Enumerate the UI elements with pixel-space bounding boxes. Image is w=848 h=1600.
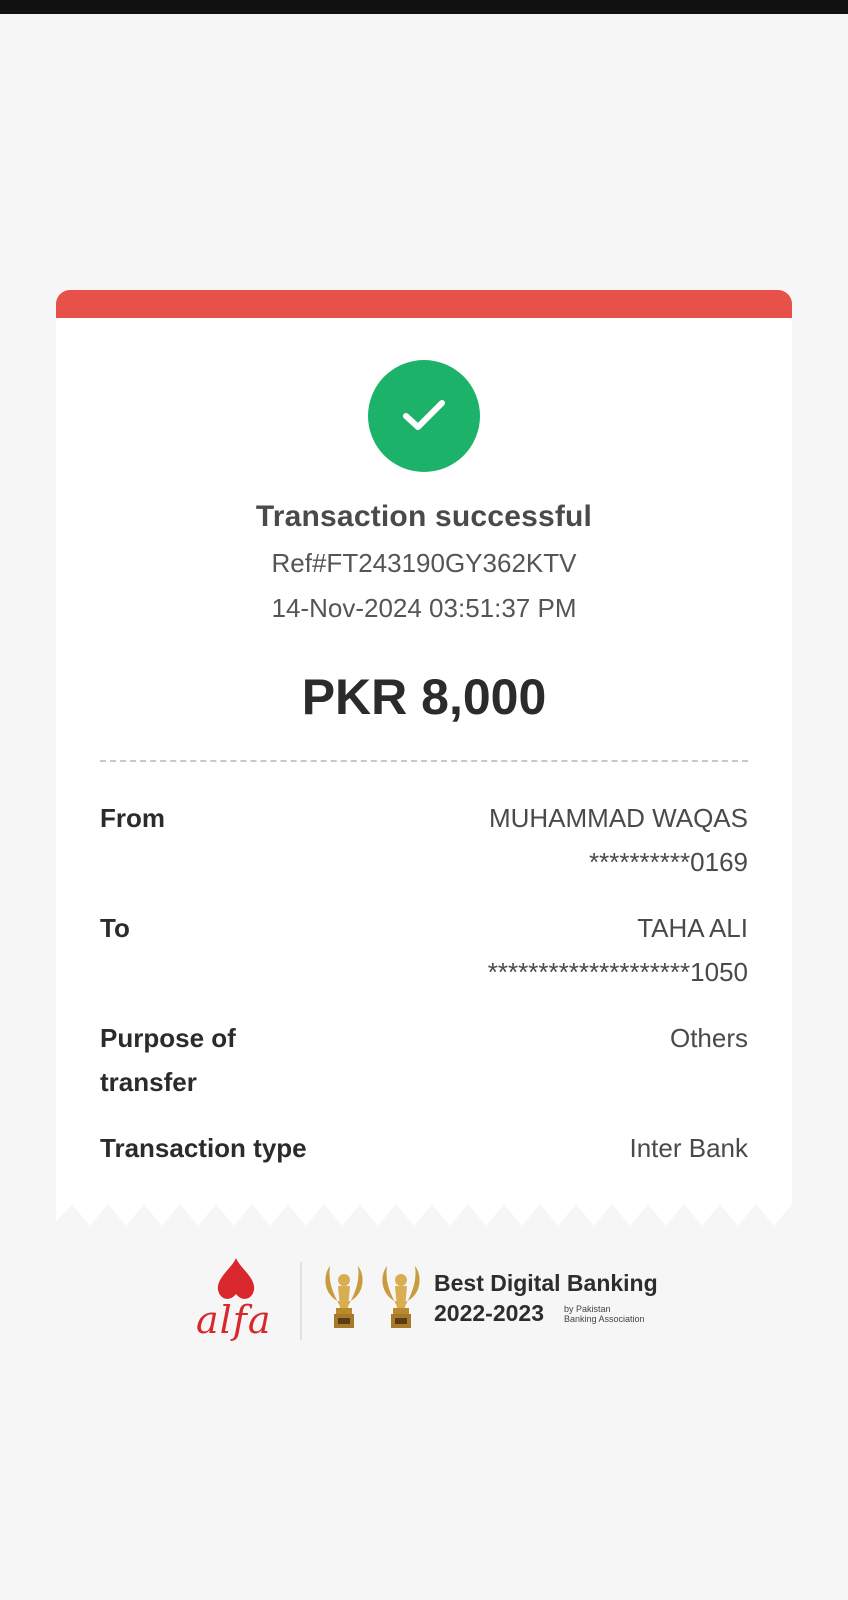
sender-account: **********0169	[588, 847, 748, 877]
detail-value: TAHA ALI ********************1050	[488, 906, 748, 994]
status-bar	[0, 0, 848, 14]
transaction-status-title: Transaction successful	[255, 500, 593, 533]
transaction-datetime: 14-Nov-2024 03:51:37 PM	[271, 593, 577, 623]
detail-label: To	[100, 913, 130, 943]
reference-number: Ref#FT243190GY362KTV	[271, 548, 577, 578]
award-by-line1: by Pakistan	[564, 1304, 611, 1314]
transaction-amount: PKR 8,000	[301, 669, 547, 725]
dashed-divider	[100, 760, 748, 762]
alfa-logo-icon	[217, 1258, 255, 1299]
recipient-account: ********************1050	[487, 957, 748, 987]
receipt-body: Transaction successful Ref#FT243190GY362…	[56, 318, 792, 1204]
receipt-zigzag-edge	[56, 1204, 792, 1226]
detail-row-transaction-type: Transaction type Inter Bank	[100, 1126, 748, 1170]
purpose-value: Others	[669, 1023, 748, 1053]
detail-label: Purpose of transfer	[100, 1023, 236, 1097]
detail-label: Transaction type	[100, 1133, 307, 1163]
detail-value: MUHAMMAD WAQAS **********0169	[489, 796, 748, 884]
award-by-line2: Banking Association	[564, 1314, 645, 1324]
recipient-name: TAHA ALI	[637, 913, 748, 943]
sender-name: MUHAMMAD WAQAS	[488, 803, 748, 833]
detail-row-to: To TAHA ALI ********************1050	[100, 906, 748, 994]
transaction-details: From MUHAMMAD WAQAS **********0169 To TA…	[100, 796, 748, 1170]
detail-label: From	[100, 803, 165, 833]
check-circle-icon	[368, 360, 480, 472]
trophy-icon	[382, 1266, 420, 1328]
award-years: 2022-2023	[434, 1300, 544, 1326]
receipt-top-accent	[56, 290, 792, 318]
detail-row-purpose: Purpose of transfer Others	[100, 1016, 748, 1104]
transaction-type-value: Inter Bank	[629, 1133, 748, 1163]
detail-row-from: From MUHAMMAD WAQAS **********0169	[100, 796, 748, 884]
brand-name: alfa	[196, 1298, 272, 1342]
trophy-icon	[325, 1266, 363, 1328]
award-title: Best Digital Banking	[434, 1270, 658, 1296]
footer-branding: alfa Best Digital Banking 2022-2023 by P…	[196, 1256, 666, 1346]
award-by: by Pakistan Banking Association	[564, 1304, 645, 1324]
footer-divider	[300, 1262, 302, 1340]
transaction-receipt: Transaction successful Ref#FT243190GY362…	[56, 290, 792, 1228]
